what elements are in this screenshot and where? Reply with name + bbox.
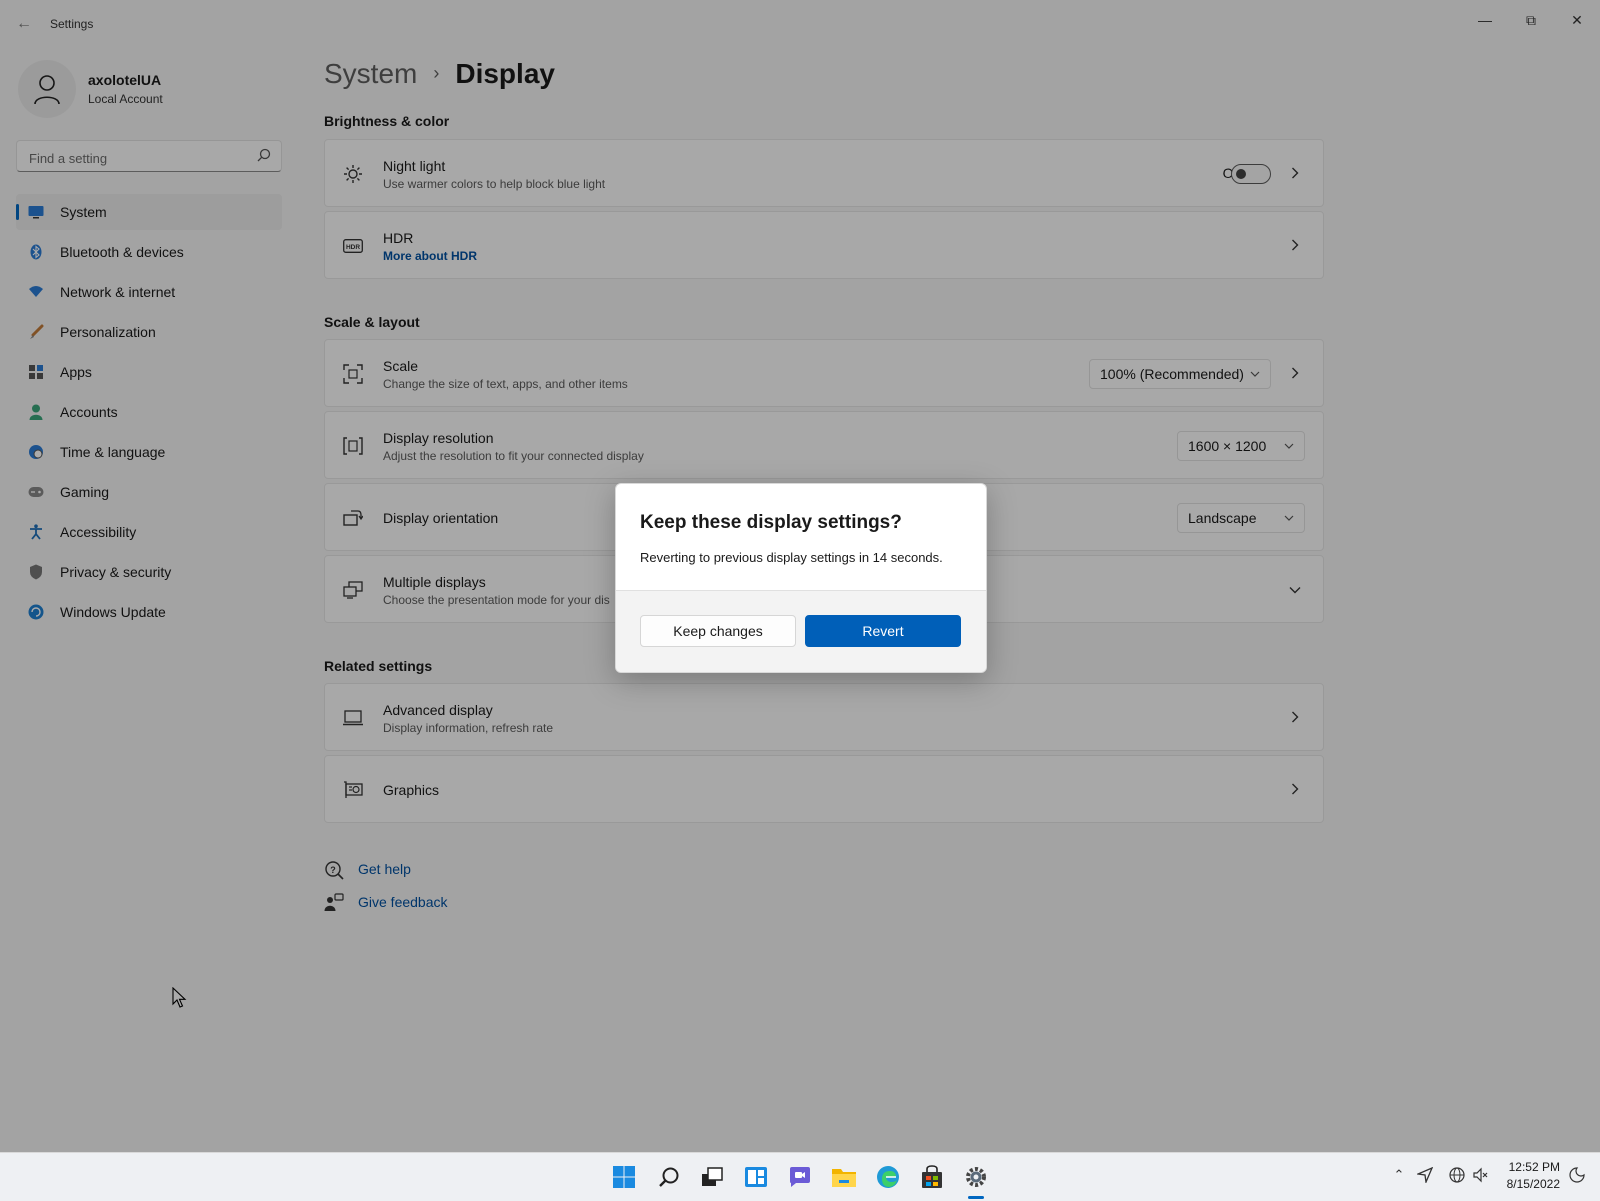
sound-muted-icon[interactable] bbox=[1472, 1167, 1490, 1185]
taskbar-clock[interactable]: 12:52 PM 8/15/2022 bbox=[1507, 1159, 1560, 1193]
notification-icon[interactable] bbox=[1568, 1167, 1586, 1185]
file-explorer-icon[interactable] bbox=[830, 1163, 858, 1191]
task-view-icon[interactable] bbox=[698, 1163, 726, 1191]
dialog-title: Keep these display settings? bbox=[640, 512, 902, 533]
clock-date: 8/15/2022 bbox=[1506, 1177, 1560, 1191]
keep-settings-dialog: Keep these display settings? Reverting t… bbox=[615, 483, 987, 673]
location-icon[interactable] bbox=[1415, 1166, 1434, 1185]
taskbar: ⌃ 12:52 PM 8/15/2022 bbox=[0, 1152, 1600, 1201]
dialog-message: Reverting to previous display settings i… bbox=[640, 550, 943, 565]
globe-icon[interactable] bbox=[1448, 1167, 1466, 1185]
store-icon[interactable] bbox=[918, 1163, 946, 1191]
chat-icon[interactable] bbox=[786, 1163, 814, 1191]
clock-time: 12:52 PM bbox=[1508, 1160, 1560, 1174]
widgets-icon[interactable] bbox=[742, 1163, 770, 1191]
keep-changes-button[interactable]: Keep changes bbox=[640, 615, 796, 647]
chevron-up-icon[interactable]: ⌃ bbox=[1390, 1167, 1408, 1185]
active-app-indicator bbox=[968, 1196, 984, 1199]
settings-icon[interactable] bbox=[962, 1163, 990, 1191]
edge-icon[interactable] bbox=[874, 1163, 902, 1191]
search-icon[interactable] bbox=[655, 1163, 683, 1191]
start-icon[interactable] bbox=[610, 1163, 638, 1191]
dialog-footer: Keep changes Revert bbox=[616, 590, 986, 672]
revert-button[interactable]: Revert bbox=[805, 615, 961, 647]
